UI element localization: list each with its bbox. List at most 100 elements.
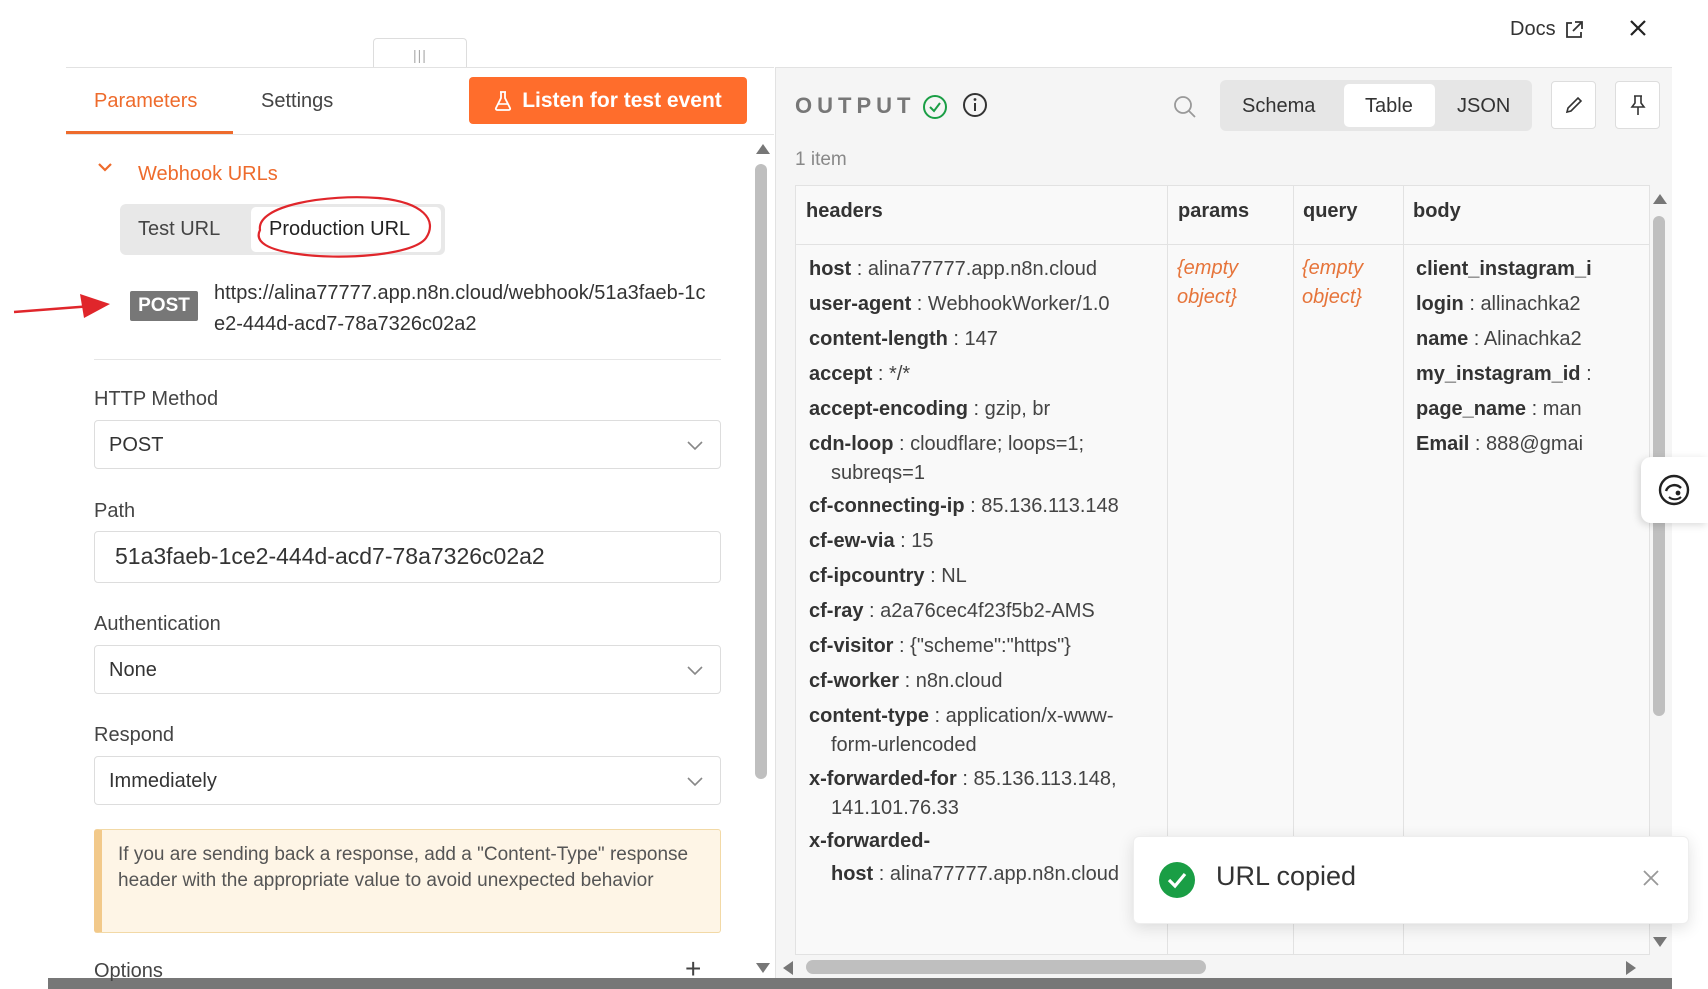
flask-icon bbox=[495, 90, 512, 111]
path-value: 51a3faeb-1ce2-444d-acd7-78a7326c02a2 bbox=[115, 543, 545, 569]
header-field: host : alina77777.app.n8n.cloud bbox=[809, 258, 1097, 280]
header-field-continued: 141.101.76.33 bbox=[831, 797, 959, 819]
header-field: accept-encoding : gzip, br bbox=[809, 398, 1051, 420]
pin-output-button[interactable] bbox=[1615, 81, 1660, 129]
column-header-params: params bbox=[1178, 200, 1250, 222]
method-badge: POST bbox=[130, 291, 198, 321]
docs-link[interactable]: Docs bbox=[1510, 18, 1584, 41]
path-input[interactable]: 51a3faeb-1ce2-444d-acd7-78a7326c02a2 bbox=[94, 531, 721, 583]
header-field: cf-ipcountry : NL bbox=[809, 565, 967, 587]
body-field: name : Alinachka2 bbox=[1416, 328, 1582, 350]
header-field: cf-worker : n8n.cloud bbox=[809, 670, 1003, 692]
scroll-up-arrow[interactable] bbox=[756, 144, 770, 154]
header-field: cf-connecting-ip : 85.136.113.148 bbox=[809, 495, 1119, 517]
authentication-select[interactable]: None bbox=[94, 645, 721, 694]
options-label: Options bbox=[94, 960, 163, 982]
path-label: Path bbox=[94, 500, 136, 522]
header-field: cf-visitor : {"scheme":"https"} bbox=[809, 635, 1071, 657]
output-horizontal-scrollbar-thumb[interactable] bbox=[806, 960, 1206, 974]
item-count: 1 item bbox=[795, 149, 847, 170]
collapse-chevron-icon[interactable] bbox=[97, 157, 113, 178]
query-empty-object: {empty object} bbox=[1302, 257, 1364, 308]
support-chat-icon bbox=[1658, 474, 1690, 506]
docs-label: Docs bbox=[1510, 18, 1556, 40]
header-field-continued: host : alina77777.app.n8n.cloud bbox=[831, 863, 1119, 885]
external-link-icon bbox=[1565, 20, 1583, 38]
header-field: cf-ew-via : 15 bbox=[809, 530, 934, 552]
respond-value: Immediately bbox=[109, 770, 217, 792]
header-divider bbox=[796, 244, 1649, 245]
webhook-urls-title[interactable]: Webhook URLs bbox=[138, 163, 278, 186]
scroll-down-arrow[interactable] bbox=[1653, 937, 1667, 947]
output-title: OUTPUT bbox=[795, 93, 916, 118]
success-check-icon bbox=[923, 95, 947, 119]
authentication-label: Authentication bbox=[94, 613, 221, 635]
info-icon[interactable] bbox=[962, 92, 988, 118]
success-check-icon bbox=[1159, 862, 1195, 898]
header-field: x-forwarded-for : 85.136.113.148, bbox=[809, 768, 1117, 790]
body-field: client_instagram_i bbox=[1416, 258, 1592, 280]
column-header-body: body bbox=[1413, 200, 1461, 222]
left-scrollbar-thumb[interactable] bbox=[755, 164, 767, 779]
header-field: cf-ray : a2a76cec4f23f5b2-AMS bbox=[809, 600, 1095, 622]
tab-divider bbox=[66, 134, 774, 135]
column-header-query: query bbox=[1303, 200, 1358, 222]
header-field: x-forwarded- bbox=[809, 830, 931, 852]
header-field: content-type : application/x-www- bbox=[809, 705, 1114, 727]
scroll-down-arrow[interactable] bbox=[756, 963, 770, 973]
body-field: page_name : man bbox=[1416, 398, 1582, 420]
content-type-notice: If you are sending back a response, add … bbox=[94, 829, 721, 933]
chat-widget-button[interactable] bbox=[1641, 457, 1708, 523]
close-icon[interactable] bbox=[1642, 863, 1660, 894]
scroll-right-arrow[interactable] bbox=[1626, 961, 1636, 975]
add-option-button[interactable]: + bbox=[685, 953, 701, 985]
app-window: Docs ||| Parameters Settings Listen for … bbox=[0, 0, 1708, 989]
tab-settings[interactable]: Settings bbox=[261, 90, 333, 113]
http-method-select[interactable]: POST bbox=[94, 420, 721, 469]
header-field: cdn-loop : cloudflare; loops=1; bbox=[809, 433, 1085, 455]
annotation-circle bbox=[257, 196, 432, 258]
http-method-value: POST bbox=[109, 434, 164, 456]
scroll-up-arrow[interactable] bbox=[1653, 194, 1667, 204]
drag-handle[interactable]: ||| bbox=[373, 38, 467, 68]
webhook-url-text[interactable]: https://alina77777.app.n8n.cloud/webhook… bbox=[214, 278, 714, 340]
pencil-icon bbox=[1565, 96, 1583, 114]
view-table[interactable]: Table bbox=[1365, 95, 1413, 118]
pin-icon bbox=[1630, 95, 1646, 115]
background-edge bbox=[0, 0, 48, 989]
close-icon[interactable] bbox=[1628, 18, 1648, 44]
annotation-arrow bbox=[13, 294, 110, 318]
listen-for-test-event-button[interactable]: Listen for test event bbox=[469, 77, 747, 124]
tab-parameters[interactable]: Parameters bbox=[94, 90, 197, 113]
authentication-value: None bbox=[109, 659, 157, 681]
toast-notification: URL copied bbox=[1133, 836, 1689, 924]
header-field-continued: subreqs=1 bbox=[831, 462, 925, 484]
respond-label: Respond bbox=[94, 724, 175, 746]
column-header-headers: headers bbox=[806, 200, 883, 222]
header-field: content-length : 147 bbox=[809, 328, 998, 350]
header-field: user-agent : WebhookWorker/1.0 bbox=[809, 293, 1110, 315]
http-method-label: HTTP Method bbox=[94, 388, 219, 410]
body-field: login : allinachka2 bbox=[1416, 293, 1581, 315]
search-icon[interactable] bbox=[1173, 95, 1197, 119]
params-empty-object: {empty object} bbox=[1177, 257, 1239, 308]
body-field: Email : 888@gmai bbox=[1416, 433, 1584, 455]
edit-output-button[interactable] bbox=[1551, 81, 1596, 129]
view-schema[interactable]: Schema bbox=[1242, 95, 1315, 118]
toast-message: URL copied bbox=[1216, 861, 1357, 891]
divider bbox=[94, 359, 721, 360]
chevron-down-icon bbox=[687, 441, 703, 451]
scroll-left-arrow[interactable] bbox=[783, 961, 793, 975]
respond-select[interactable]: Immediately bbox=[94, 756, 721, 805]
chevron-down-icon bbox=[687, 777, 703, 787]
output-view-toggle: Schema Table JSON bbox=[1220, 80, 1532, 131]
test-url-option[interactable]: Test URL bbox=[138, 218, 220, 241]
view-json[interactable]: JSON bbox=[1457, 95, 1510, 118]
chevron-down-icon bbox=[687, 666, 703, 676]
header-field: accept : */* bbox=[809, 363, 911, 385]
header-field-continued: form-urlencoded bbox=[831, 734, 977, 756]
body-field: my_instagram_id : bbox=[1416, 363, 1592, 385]
bottom-edge bbox=[48, 978, 1672, 989]
notice-text: If you are sending back a response, add … bbox=[118, 844, 689, 891]
listen-button-label: Listen for test event bbox=[522, 88, 722, 112]
